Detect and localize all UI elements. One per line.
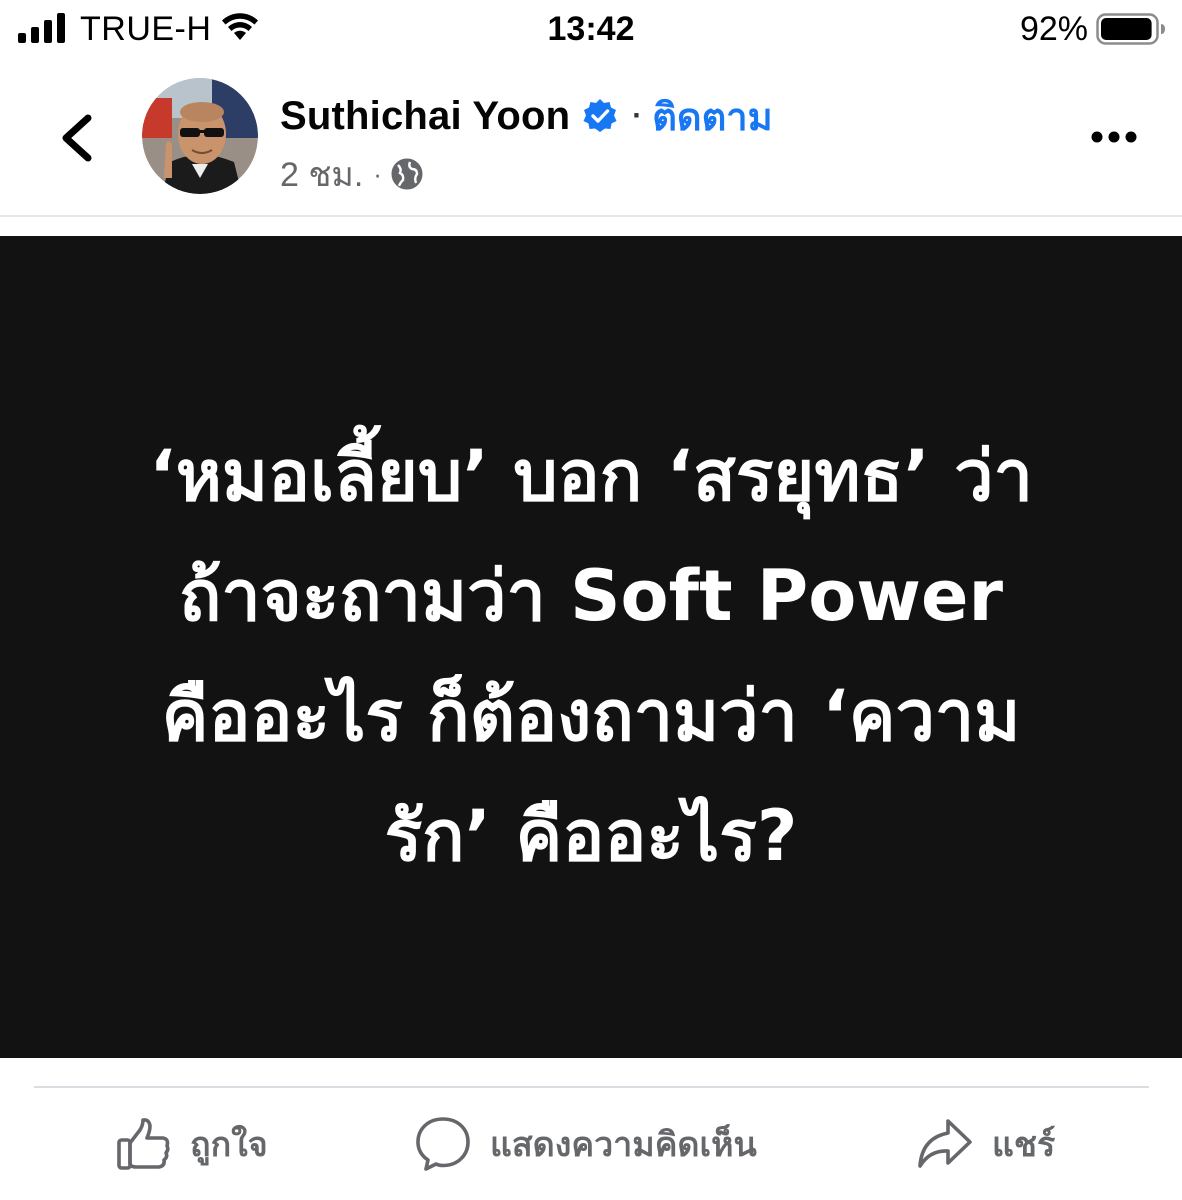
post-meta: 2 ชม. · <box>280 154 424 194</box>
share-arrow-icon <box>918 1119 972 1168</box>
share-button[interactable]: แชร์ <box>916 1114 1055 1174</box>
action-bar: ถูกใจ แสดงความคิดเห็น แชร์ <box>0 1100 1182 1192</box>
battery-icon <box>1096 13 1165 45</box>
more-options-icon[interactable] <box>1090 122 1138 152</box>
battery-percent: 92% <box>1019 10 1088 48</box>
avatar[interactable] <box>142 78 258 194</box>
author-separator: · <box>632 99 643 132</box>
like-label: ถูกใจ <box>190 1126 268 1164</box>
quote-line: คืออะไร ก็ต้องถามว่า ‘ความ <box>161 675 1021 757</box>
quote-line: ถ้าจะถามว่า Soft Power <box>179 555 1003 637</box>
status-bar: TRUE-H 13:42 92% <box>0 0 1182 60</box>
follow-button[interactable]: ติดตาม <box>652 86 772 147</box>
comment-bubble-icon <box>416 1117 470 1171</box>
back-chevron-icon[interactable] <box>56 112 100 164</box>
avatar-photo <box>142 78 258 194</box>
globe-icon <box>391 158 423 190</box>
header-divider <box>0 215 1182 217</box>
comment-label: แสดงความคิดเห็น <box>490 1126 757 1164</box>
share-label: แชร์ <box>992 1126 1056 1164</box>
image-quote: ‘หมอเลี้ยบ’ บอก ‘สรยุทธ’ ว่า ถ้าจะถามว่า… <box>60 416 1122 896</box>
post-header: Suthichai Yoon · ติดตาม 2 ชม. · <box>0 60 1182 216</box>
quote-line: ‘หมอเลี้ยบ’ บอก ‘สรยุทธ’ ว่า <box>149 435 1033 517</box>
like-button[interactable]: ถูกใจ <box>116 1114 268 1174</box>
comment-button[interactable]: แสดงความคิดเห็น <box>414 1114 757 1174</box>
post-image[interactable]: ‘หมอเลี้ยบ’ บอก ‘สรยุทธ’ ว่า ถ้าจะถามว่า… <box>0 236 1182 1058</box>
quote-line: รัก’ คืออะไร? <box>384 795 798 877</box>
verified-badge-icon <box>583 99 617 132</box>
meta-separator: · <box>373 158 382 189</box>
author-row: Suthichai Yoon · ติดตาม <box>280 92 773 140</box>
author-name[interactable]: Suthichai Yoon <box>280 94 570 139</box>
like-thumb-icon <box>117 1118 170 1170</box>
post-timestamp[interactable]: 2 ชม. <box>280 147 363 201</box>
status-time: 13:42 <box>547 10 635 48</box>
action-divider <box>34 1086 1149 1088</box>
